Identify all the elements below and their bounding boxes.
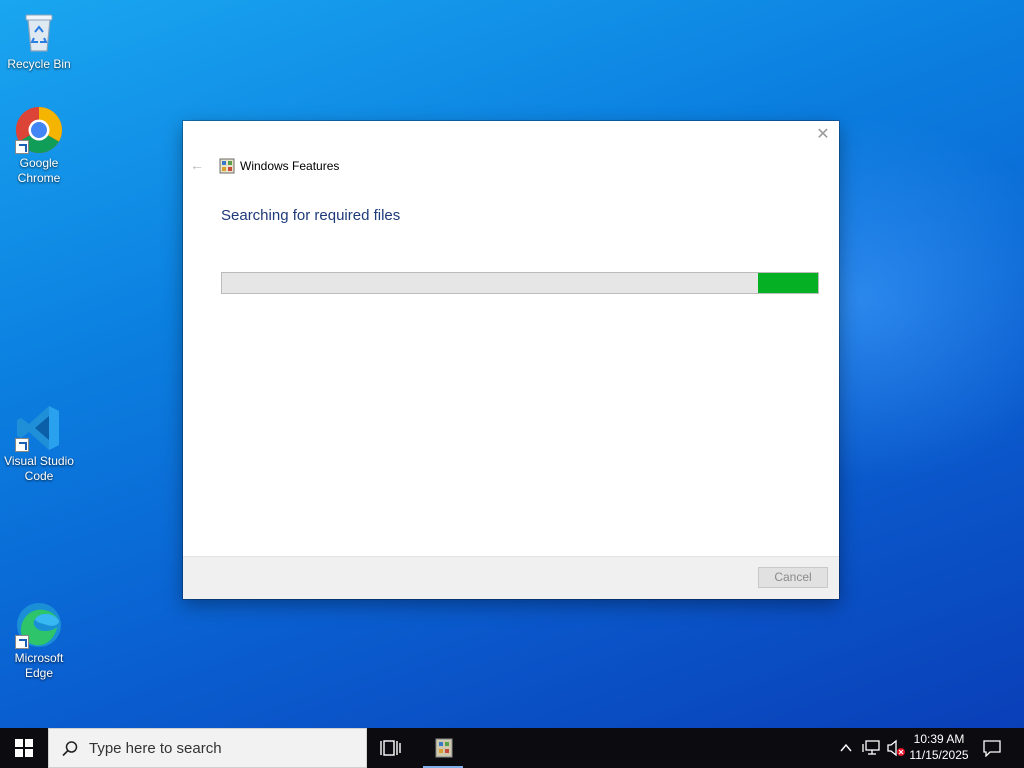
task-view-icon[interactable] <box>380 738 402 758</box>
progress-bar-fill <box>758 273 818 293</box>
desktop-icon-label: Recycle Bin <box>7 57 71 71</box>
shortcut-arrow-icon <box>15 438 29 452</box>
taskbar-search-box[interactable]: Type here to search <box>48 728 367 768</box>
back-arrow-icon[interactable]: ← <box>190 157 206 173</box>
system-clock[interactable]: 10:39 AM 11/15/2025 <box>906 731 972 763</box>
desktop-icon-visual-studio-code[interactable]: Visual Studio Code <box>1 404 77 484</box>
dialog-footer: Cancel <box>183 556 839 599</box>
desktop-icon-google-chrome[interactable]: Google Chrome <box>1 106 77 186</box>
close-icon[interactable]: ✕ <box>815 127 831 143</box>
dialog-title: Windows Features <box>240 159 340 173</box>
start-button[interactable] <box>0 728 48 768</box>
edge-icon <box>15 601 63 649</box>
taskbar-app-windows-features[interactable] <box>423 728 463 768</box>
clock-date: 11/15/2025 <box>909 748 969 762</box>
chrome-icon <box>15 106 63 154</box>
desktop-icon-microsoft-edge[interactable]: Microsoft Edge <box>1 601 77 681</box>
windows-logo-icon <box>15 739 33 757</box>
desktop-icon-label: Microsoft Edge <box>14 651 64 680</box>
windows-features-dialog: ✕ ← Windows Features Searching for requi… <box>183 121 839 599</box>
search-placeholder: Type here to search <box>89 740 222 757</box>
chevron-up-icon[interactable] <box>838 740 854 756</box>
windows-features-icon <box>435 738 453 758</box>
taskbar: Type here to search 10:39 AM 11/15/2025 <box>0 728 1024 768</box>
notification-center-icon[interactable] <box>982 739 1002 757</box>
cancel-button[interactable]: Cancel <box>758 567 828 588</box>
desktop-icon-label: Visual Studio Code <box>4 454 74 483</box>
desktop-icon-label: Google Chrome <box>17 156 61 185</box>
desktop-icon-recycle-bin[interactable]: Recycle Bin <box>1 7 77 72</box>
shortcut-arrow-icon <box>15 140 29 154</box>
volume-muted-icon[interactable] <box>886 739 906 757</box>
shortcut-arrow-icon <box>15 635 29 649</box>
clock-time: 10:39 AM <box>913 732 965 746</box>
desktop: Recycle Bin Google Chrome Visual Studio … <box>0 0 1024 728</box>
progress-bar <box>221 272 819 294</box>
network-icon[interactable] <box>862 740 880 756</box>
search-icon <box>62 741 78 757</box>
status-heading: Searching for required files <box>221 207 401 224</box>
recycle-bin-icon <box>15 7 63 55</box>
windows-features-icon <box>219 158 235 174</box>
vscode-icon <box>15 404 63 452</box>
